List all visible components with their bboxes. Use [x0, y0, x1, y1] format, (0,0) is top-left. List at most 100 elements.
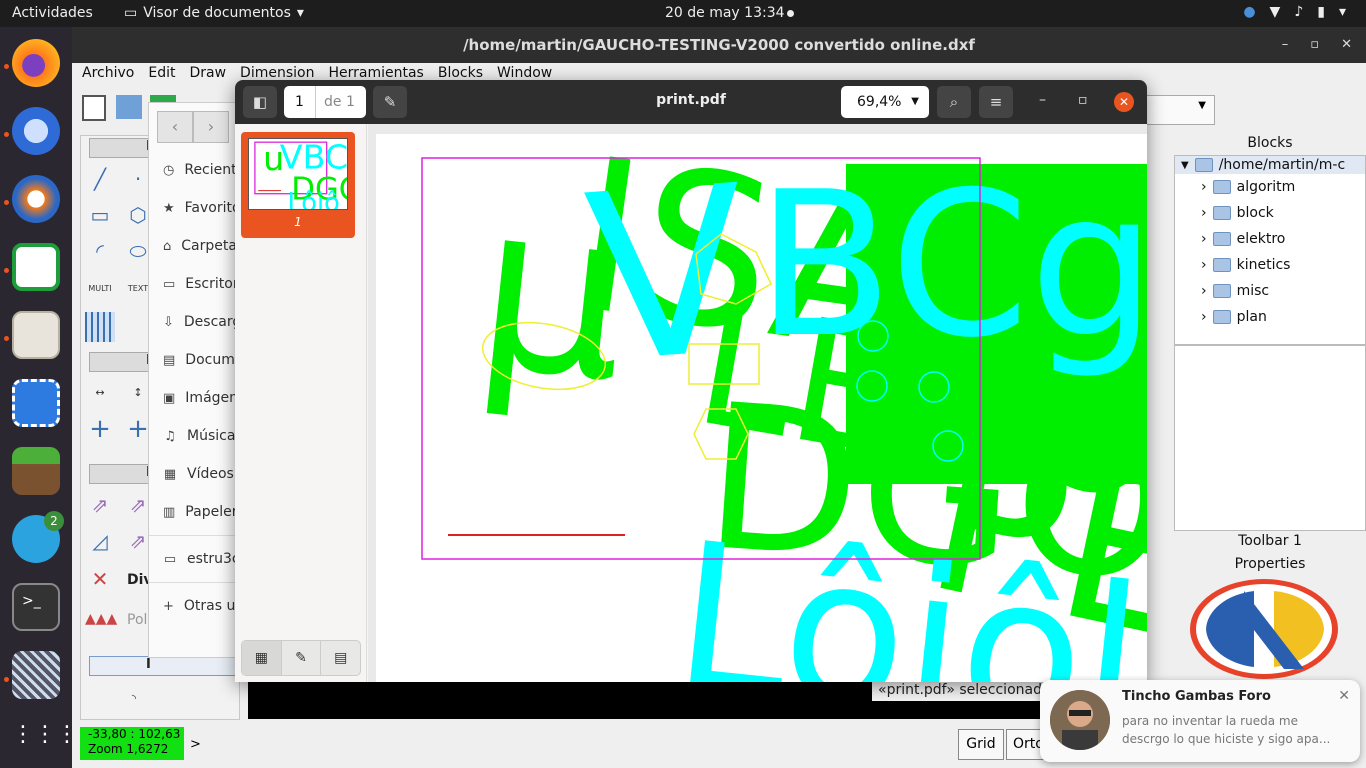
divide-tool-icon[interactable]: ✕: [85, 564, 115, 594]
window-titlebar[interactable]: /home/martin/GAUCHO-TESTING-V2000 conver…: [72, 27, 1366, 63]
move-tool-icon[interactable]: ⇗: [85, 490, 115, 520]
scale-tool-icon[interactable]: ◿: [85, 526, 115, 556]
tree-item[interactable]: › elektro: [1175, 226, 1365, 252]
arc-tool-icon[interactable]: ◜: [85, 236, 115, 266]
place-trash[interactable]: ▥ Papelera: [149, 493, 241, 531]
notification-message: para no inventar la rueda me descrgo lo …: [1122, 714, 1331, 746]
tree-item[interactable]: › plan: [1175, 304, 1365, 330]
place-videos[interactable]: ▦ Vídeos: [149, 455, 241, 493]
place-documents[interactable]: ▤Documentos: [149, 341, 241, 379]
place-recent[interactable]: ◷Recientes: [149, 151, 241, 189]
dim-center-icon[interactable]: +: [85, 414, 115, 444]
minimize-icon[interactable]: –: [1282, 27, 1289, 63]
sidebar-toggle-icon[interactable]: ◧: [243, 86, 277, 118]
screenshot-icon[interactable]: [12, 379, 60, 427]
thunderbird-icon[interactable]: [12, 107, 60, 155]
place-pictures[interactable]: ▣Imágenes: [149, 379, 241, 417]
menu-edit[interactable]: Edit: [148, 65, 175, 81]
power-menu-icon[interactable]: ▾: [1339, 4, 1346, 20]
minimize-icon[interactable]: –: [1039, 92, 1046, 108]
firefox-icon[interactable]: [12, 39, 60, 87]
activities-button[interactable]: Actividades: [12, 5, 93, 21]
notification-banner[interactable]: Tincho Gambas Foro para no inventar la r…: [1040, 680, 1360, 762]
wifi-icon[interactable]: ▼: [1270, 4, 1281, 20]
tree-root[interactable]: ▼/home/martin/m-c: [1175, 156, 1365, 174]
running-indicator: [4, 132, 9, 137]
close-icon[interactable]: ✕: [1338, 688, 1350, 704]
tree-item[interactable]: › block: [1175, 200, 1365, 226]
plus-icon: +: [163, 598, 174, 614]
pidgin-icon[interactable]: [12, 175, 60, 223]
grid-button[interactable]: Grid: [958, 729, 1004, 760]
rectangle-tool-icon[interactable]: ▭: [85, 200, 115, 230]
calc-spreadsheet-icon[interactable]: [12, 243, 60, 291]
page-number-input[interactable]: 1: [284, 86, 316, 118]
bookmarks-tab-icon[interactable]: ▤: [321, 641, 360, 675]
tree-item[interactable]: › algoritm: [1175, 174, 1365, 200]
system-tray[interactable]: ● ▼ ♪ ▮ ▾: [1243, 4, 1346, 20]
window-title: /home/martin/GAUCHO-TESTING-V2000 conver…: [463, 36, 975, 54]
running-indicator: [4, 64, 9, 69]
page-selector[interactable]: 1 de 1: [284, 86, 366, 118]
thumbnails-tab-icon[interactable]: ▦: [242, 641, 282, 675]
chevron-right-icon: ›: [1201, 309, 1207, 325]
close-icon[interactable]: ✕: [1114, 92, 1134, 112]
desktop-icon: ▭: [163, 276, 176, 292]
new-file-icon[interactable]: [82, 95, 106, 121]
pdf-sidebar: u VBC DGO Lôiô 1 ▦ ✎ ▤: [235, 124, 367, 682]
angle-info-icon[interactable]: ◝: [119, 684, 149, 714]
coordinates-display: -33,80 : 102,63 Zoom 1,6272: [80, 727, 184, 760]
dim-aligned-icon[interactable]: ↔: [85, 378, 115, 408]
notification-tray-icon[interactable]: ●: [1243, 4, 1255, 20]
place-home[interactable]: ⌂Carpeta personal: [149, 227, 241, 265]
menu-blocks[interactable]: Blocks: [438, 65, 483, 81]
annotations-tab-icon[interactable]: ✎: [282, 641, 322, 675]
command-prompt[interactable]: >: [190, 737, 201, 752]
close-icon[interactable]: ✕: [1341, 27, 1352, 63]
line-tool-icon[interactable]: ╱: [85, 164, 115, 194]
files-icon[interactable]: [12, 311, 60, 359]
annotate-pencil-icon[interactable]: ✎: [373, 86, 407, 118]
volume-icon[interactable]: ♪: [1294, 4, 1303, 20]
download-icon: ⇩: [163, 314, 174, 330]
place-other[interactable]: +Otras ubicaciones: [149, 587, 241, 625]
menu-draw[interactable]: Draw: [189, 65, 226, 81]
battery-icon[interactable]: ▮: [1317, 4, 1325, 20]
minecraft-icon[interactable]: [12, 447, 60, 495]
document-canvas[interactable]: μ ISA LEGO DGO PEP V BCg Lôiôl: [368, 124, 1147, 682]
back-button[interactable]: ‹: [157, 111, 193, 143]
section-info[interactable]: I: [89, 656, 239, 676]
hamburger-menu-icon[interactable]: ≡: [979, 86, 1013, 118]
menu-window[interactable]: Window: [497, 65, 552, 81]
new-from-template-icon[interactable]: [116, 95, 142, 119]
running-indicator: [4, 336, 9, 341]
forward-button[interactable]: ›: [193, 111, 229, 143]
page-thumbnail[interactable]: u VBC DGO Lôiô 1: [241, 132, 355, 238]
librecad-icon[interactable]: [12, 651, 60, 699]
place-downloads[interactable]: ⇩Descargas: [149, 303, 241, 341]
app-menu[interactable]: ▭ Visor de documentos ▾: [124, 5, 304, 21]
notification-sender: Tincho Gambas Foro: [1122, 689, 1271, 704]
place-desktop[interactable]: ▭Escritorio: [149, 265, 241, 303]
maximize-icon[interactable]: ▫: [1078, 92, 1088, 108]
clock[interactable]: 20 de may 13:34: [665, 5, 785, 21]
place-drive[interactable]: ▭ estru3c: [149, 540, 241, 578]
place-starred[interactable]: ★Favoritos: [149, 189, 241, 227]
tree-item[interactable]: › misc: [1175, 278, 1365, 304]
maximize-icon[interactable]: ▫: [1310, 27, 1319, 63]
menu-herramientas[interactable]: Herramientas: [328, 65, 423, 81]
menu-archivo[interactable]: Archivo: [82, 65, 134, 81]
tree-item[interactable]: › kinetics: [1175, 252, 1365, 278]
pdf-headerbar[interactable]: ◧ 1 de 1 ✎ print.pdf 69,4% ▼ ⌕ ≡ – ▫ ✕: [235, 80, 1147, 124]
terminal-icon[interactable]: >_: [12, 583, 60, 631]
page-count: de 1: [324, 94, 355, 110]
zoom-selector[interactable]: 69,4% ▼: [841, 86, 929, 118]
menu-dimension[interactable]: Dimension: [240, 65, 314, 81]
hatch-tool-icon[interactable]: [85, 312, 115, 342]
show-apps-icon[interactable]: ⋮⋮⋮: [12, 711, 78, 759]
polyline-tool-icon[interactable]: ▲▲▲: [85, 604, 117, 634]
place-music[interactable]: ♫ Música: [149, 417, 241, 455]
chevron-down-icon: ▼: [1198, 100, 1206, 111]
search-icon[interactable]: ⌕: [937, 86, 971, 118]
mtext-tool-icon[interactable]: MULTI TEXT: [85, 274, 115, 323]
